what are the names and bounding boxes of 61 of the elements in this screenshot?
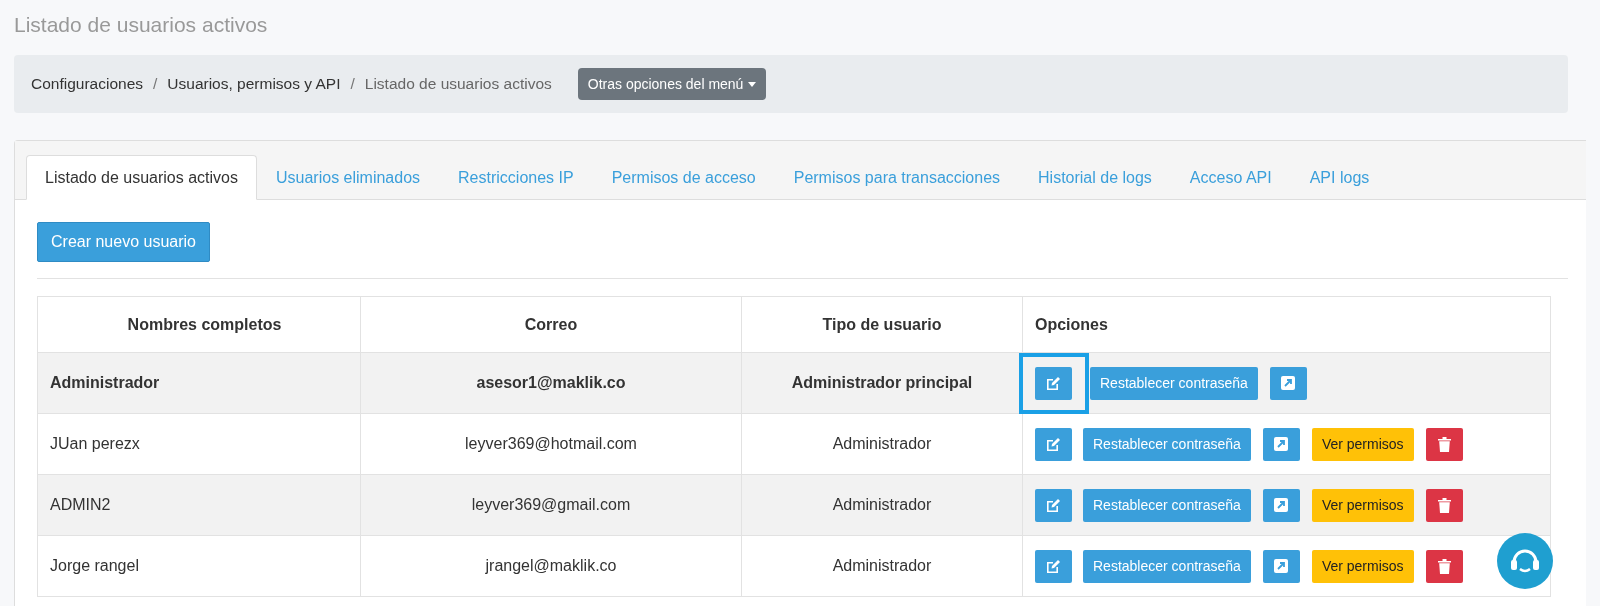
arrow-icon — [1281, 376, 1296, 390]
tab[interactable]: Historial de logs — [1019, 155, 1171, 200]
reset-password-button[interactable]: Restablecer contraseña — [1083, 488, 1251, 522]
view-permissions-button[interactable]: Ver permisos — [1311, 427, 1414, 461]
external-link-button[interactable] — [1262, 427, 1300, 461]
column-header: Tipo de usuario — [741, 296, 1023, 353]
trash-icon — [1437, 558, 1451, 574]
table-cell: leyver369@hotmail.com — [360, 413, 742, 475]
edit-icon — [1046, 437, 1061, 451]
breadcrumb-separator: / — [350, 75, 355, 93]
table-cell: Administrador — [37, 352, 361, 414]
edit-icon — [1046, 498, 1061, 512]
breadcrumb-link[interactable]: Configuraciones — [31, 75, 143, 93]
tab[interactable]: Restricciones IP — [439, 155, 593, 200]
column-header: Correo — [360, 296, 742, 353]
arrow-icon — [1274, 559, 1289, 573]
table-cell: jrangel@maklik.co — [360, 535, 742, 597]
edit-icon — [1046, 376, 1061, 390]
table-cell: Administrador — [741, 413, 1023, 475]
reset-password-button[interactable]: Restablecer contraseña — [1083, 427, 1251, 461]
edit-button[interactable] — [1035, 427, 1072, 461]
arrow-icon — [1274, 498, 1289, 512]
trash-icon — [1437, 436, 1451, 452]
delete-button[interactable] — [1425, 488, 1463, 522]
view-permissions-button[interactable]: Ver permisos — [1311, 488, 1414, 522]
reset-password-button[interactable]: Restablecer contraseña — [1090, 366, 1258, 400]
tab[interactable]: Usuarios eliminados — [257, 155, 440, 200]
breadcrumb-link[interactable]: Usuarios, permisos y API — [167, 75, 341, 93]
table-cell: JUan perezx — [37, 413, 361, 475]
page-title: Listado de usuarios activos — [14, 13, 269, 37]
table-cell: Jorge rangel — [37, 535, 361, 597]
table-cell: leyver369@gmail.com — [360, 474, 742, 536]
table-cell: Administrador — [741, 474, 1023, 536]
trash-icon — [1437, 497, 1451, 513]
table-cell: ADMIN2 — [37, 474, 361, 536]
breadcrumb-separator: / — [153, 75, 158, 93]
delete-button[interactable] — [1425, 427, 1463, 461]
menu-dropdown-button[interactable]: Otras opciones del menú — [577, 68, 767, 100]
delete-button[interactable] — [1425, 549, 1463, 583]
edit-button[interactable] — [1035, 549, 1072, 583]
table-cell: asesor1@maklik.co — [360, 352, 742, 414]
create-user-button[interactable]: Crear nuevo usuario — [37, 222, 210, 262]
caret-icon — [748, 81, 757, 87]
table-cell: Administrador — [741, 535, 1023, 597]
reset-password-button[interactable]: Restablecer contraseña — [1083, 549, 1251, 583]
tab[interactable]: Permisos para transacciones — [774, 155, 1020, 200]
arrow-icon — [1274, 437, 1289, 451]
tab[interactable]: Permisos de acceso — [592, 155, 775, 200]
external-link-button[interactable] — [1262, 549, 1300, 583]
tab[interactable]: API logs — [1290, 155, 1389, 200]
view-permissions-button[interactable]: Ver permisos — [1311, 549, 1414, 583]
tab[interactable]: Listado de usuarios activos — [26, 155, 257, 200]
edit-button[interactable] — [1035, 488, 1072, 522]
edit-button[interactable] — [1035, 366, 1072, 400]
external-link-button[interactable] — [1269, 366, 1307, 400]
edit-icon — [1046, 559, 1061, 573]
tab[interactable]: Acceso API — [1170, 155, 1291, 200]
breadcrumb-current: Listado de usuarios activos — [364, 75, 552, 93]
column-header: Nombres completos — [37, 296, 361, 353]
column-header: Opciones — [1022, 296, 1551, 353]
external-link-button[interactable] — [1262, 488, 1300, 522]
